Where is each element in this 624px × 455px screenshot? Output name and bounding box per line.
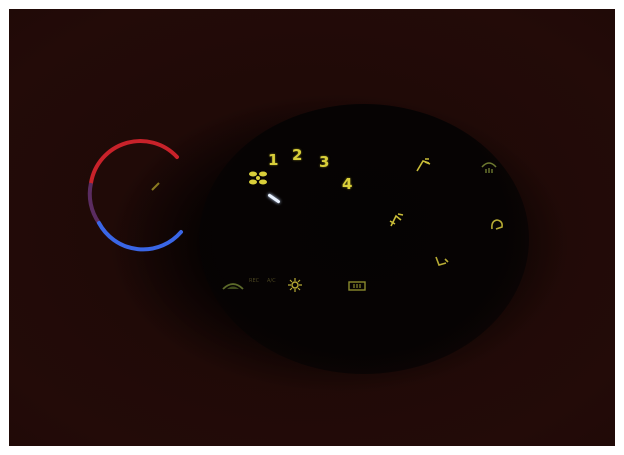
fan-speed-3: 3: [319, 153, 330, 171]
temperature-arc-blend: [87, 182, 101, 225]
recirculation-icon[interactable]: [221, 279, 245, 293]
fan-speed-2: 2: [292, 146, 303, 164]
ac-label: A/C: [267, 278, 276, 284]
foot-defrost-icon[interactable]: [487, 215, 507, 233]
face-feet-vent-icon[interactable]: [387, 211, 407, 229]
fan-icon: [249, 171, 267, 185]
fan-speed-4: 4: [342, 175, 353, 193]
fan-speed-1: 1: [268, 151, 279, 169]
face-vent-icon[interactable]: [413, 155, 433, 173]
rear-defrost-icon[interactable]: [347, 280, 367, 292]
temperature-arc-icon: [89, 139, 179, 185]
defrost-icon[interactable]: [479, 157, 499, 175]
temperature-arc-cold: [97, 221, 183, 252]
bottom-button-row: REC A/C: [221, 275, 391, 299]
temperature-indicator-icon: [151, 182, 160, 191]
temperature-dial[interactable]: [77, 135, 187, 255]
photo-frame: 1 2 3 4 REC A/C: [9, 9, 615, 446]
rec-label: REC: [249, 278, 260, 284]
feet-vent-icon[interactable]: [431, 251, 451, 269]
fan-speed-dial[interactable]: 1 2 3 4: [237, 141, 367, 221]
ac-snowflake-icon[interactable]: [287, 277, 303, 293]
